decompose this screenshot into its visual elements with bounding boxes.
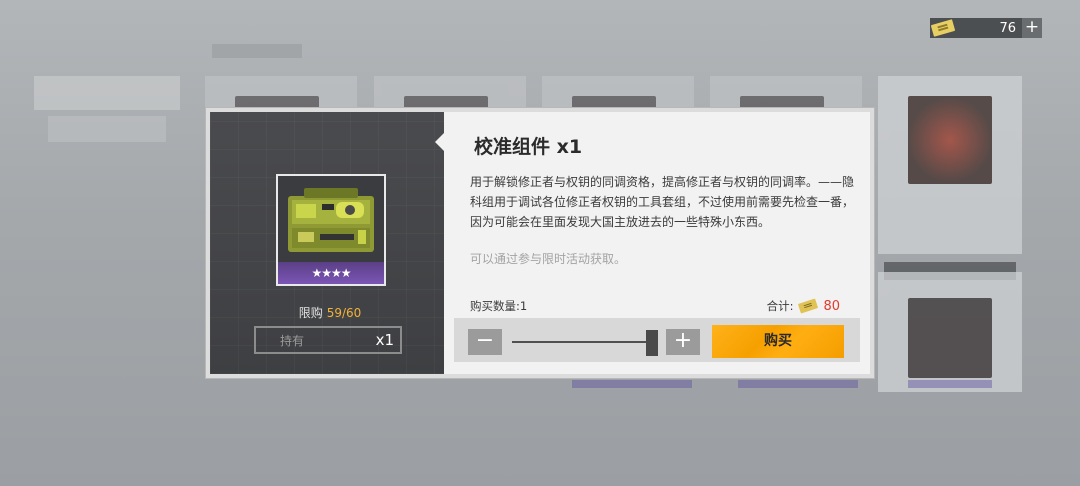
owned-count-box: 持有 x1	[254, 326, 402, 354]
currency-amount: 76	[999, 20, 1016, 36]
blurred-shop-card	[878, 272, 1022, 392]
total-price: 合计: 80	[767, 298, 840, 314]
buy-button[interactable]: 购买	[712, 325, 844, 358]
blurred-nav-item	[34, 76, 180, 110]
purchase-controls: − + 购买	[454, 318, 860, 362]
increase-quantity-button[interactable]: +	[666, 329, 700, 355]
blurred-shop-card	[878, 76, 1022, 280]
quantity-slider-handle[interactable]	[646, 330, 658, 356]
owned-value: x1	[375, 331, 394, 349]
blurred-rarity-bar	[572, 380, 692, 388]
currency-counter: 76 +	[930, 18, 1042, 38]
rarity-stars: ★★★★	[311, 266, 351, 280]
obtain-hint: 可以通过参与限时活动获取。	[470, 252, 627, 266]
blurred-nav-subitem	[48, 116, 166, 142]
limit-value: 59/60	[326, 306, 362, 320]
purchase-dialog: ★★★★ 限购 59/60 持有 x1 校准组件 x1 用于解锁修正者与权钥的同调…	[206, 108, 874, 378]
ticket-icon	[930, 19, 956, 37]
ticket-icon	[798, 298, 819, 314]
purchase-limit: 限购 59/60	[210, 304, 450, 321]
total-price-value: 80	[823, 298, 840, 314]
total-label: 合计:	[766, 299, 794, 313]
item-preview-panel: ★★★★ 限购 59/60 持有 x1	[210, 112, 450, 374]
item-detail-panel: 校准组件 x1 用于解锁修正者与权钥的同调资格，提高修正者与权钥的同调率。——隐…	[444, 112, 870, 374]
quantity-slider-track[interactable]	[512, 341, 648, 343]
add-currency-button[interactable]: +	[1022, 18, 1042, 38]
blurred-label	[212, 44, 302, 58]
limit-label: 限购	[298, 306, 323, 320]
blurred-rarity-bar	[738, 380, 858, 388]
decrease-quantity-button[interactable]: −	[468, 329, 502, 355]
quantity-label: 购买数量:1	[470, 299, 528, 313]
toolbox-icon	[288, 188, 374, 252]
item-title: 校准组件 x1	[474, 136, 583, 158]
item-icon-frame: ★★★★	[276, 174, 386, 286]
owned-label: 持有	[280, 333, 305, 348]
item-description: 用于解锁修正者与权钥的同调资格，提高修正者与权钥的同调率。——隐科组用于调试各位…	[470, 175, 855, 229]
blurred-rarity-bar	[908, 380, 992, 388]
rarity-band: ★★★★	[278, 262, 384, 284]
